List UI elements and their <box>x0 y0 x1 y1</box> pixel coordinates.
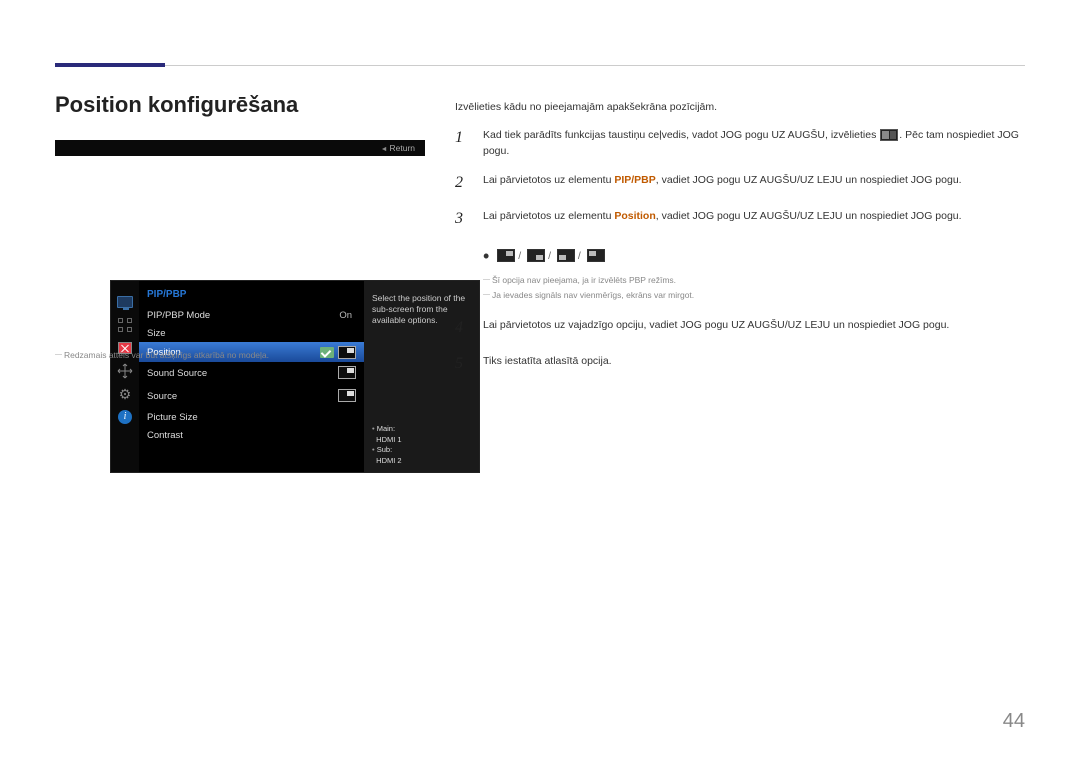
step-4: 4 Lai pārvietotos uz vajadzīgo opciju, v… <box>455 316 1025 340</box>
osd-return-bar: Return <box>55 140 425 156</box>
step-text: Lai pārvietotos uz elementu PIP/PBP, vad… <box>483 171 1025 189</box>
step-number: 1 <box>455 126 483 150</box>
osd-main: PIP/PBP PIP/PBP Mode On Size Position S <box>139 281 479 472</box>
osd-source-info: • Main: HDMI 1 • Sub: HDMI 2 <box>372 424 471 466</box>
osd-value: On <box>339 310 356 321</box>
osd-label: PIP/PBP Mode <box>147 310 339 321</box>
position-top-right-icon <box>338 389 356 402</box>
info-tab-icon: i <box>116 410 134 424</box>
osd-value <box>320 346 356 359</box>
osd-label: Sound Source <box>147 368 338 379</box>
step-1: 1 Kad tiek parādīts funkcijas taustiņu c… <box>455 126 1025 160</box>
picture-tab-icon <box>116 318 134 332</box>
brightness-tab-icon <box>116 295 134 309</box>
osd-row-source: Source <box>139 385 364 408</box>
osd-label: Size <box>147 328 356 339</box>
step-number: 5 <box>455 352 483 376</box>
menu-icon <box>880 129 898 141</box>
osd-row-sound: Sound Source <box>139 362 364 385</box>
sub-note: Ja ievades signāls nav vienmērīgs, ekrān… <box>483 289 1025 302</box>
osd-label: Source <box>147 391 338 402</box>
sub-notes: Šī opcija nav pieejama, ja ir izvēlēts P… <box>483 274 1025 302</box>
instructions-block: Izvēlieties kādu no pieejamajām apakšekr… <box>455 100 1025 388</box>
instructions-intro: Izvēlieties kādu no pieejamajām apakšekr… <box>455 100 1025 116</box>
step-text: Tiks iestatīta atlasītā opcija. <box>483 352 1025 370</box>
header-accent <box>55 63 165 67</box>
position-top-right-icon <box>338 366 356 379</box>
osd-sidebar: ⚙ i <box>111 281 139 472</box>
osd-row-size: Size <box>139 324 364 342</box>
position-top-right-icon <box>497 249 515 262</box>
step-number: 3 <box>455 207 483 231</box>
step-2: 2 Lai pārvietotos uz elementu PIP/PBP, v… <box>455 171 1025 195</box>
osd-label: Picture Size <box>147 412 356 423</box>
sub-note: Šī opcija nav pieejama, ja ir izvēlēts P… <box>483 274 1025 287</box>
position-top-right-icon <box>338 346 356 359</box>
osd-value <box>338 389 356 405</box>
step-text: Lai pārvietotos uz elementu Position, va… <box>483 207 1025 225</box>
page-number: 44 <box>1003 710 1025 733</box>
page-title: Position konfigurēšana <box>55 92 298 118</box>
step-number: 2 <box>455 171 483 195</box>
position-top-left-icon <box>587 249 605 262</box>
check-icon <box>320 347 334 358</box>
step-text: Kad tiek parādīts funkcijas taustiņu ceļ… <box>483 126 1025 160</box>
step-number: 4 <box>455 316 483 340</box>
osd-panel: ⚙ i PIP/PBP PIP/PBP Mode On Size Positio… <box>110 280 480 473</box>
step-5: 5 Tiks iestatīta atlasītā opcija. <box>455 352 1025 376</box>
osd-row-mode: PIP/PBP Mode On <box>139 306 364 324</box>
position-bottom-right-icon <box>527 249 545 262</box>
position-options: • / / / <box>483 243 1025 270</box>
position-bottom-left-icon <box>557 249 575 262</box>
osd-menu-header: PIP/PBP <box>139 285 364 306</box>
header-rule <box>55 65 1025 66</box>
osd-row-contrast: Contrast <box>139 426 364 444</box>
osd-value <box>338 366 356 382</box>
image-disclaimer-note: Redzamais attēls var būt atšķirīgs atkar… <box>55 350 269 360</box>
osd-row-picsize: Picture Size <box>139 408 364 426</box>
osd-menu: PIP/PBP PIP/PBP Mode On Size Position S <box>139 281 364 472</box>
osd-container: ⚙ i PIP/PBP PIP/PBP Mode On Size Positio… <box>55 140 425 156</box>
osd-label: Contrast <box>147 430 356 441</box>
step-3: 3 Lai pārvietotos uz elementu Position, … <box>455 207 1025 231</box>
settings-tab-icon: ⚙ <box>116 387 134 401</box>
move-tab-icon <box>116 364 134 378</box>
step-text: Lai pārvietotos uz vajadzīgo opciju, vad… <box>483 316 1025 334</box>
